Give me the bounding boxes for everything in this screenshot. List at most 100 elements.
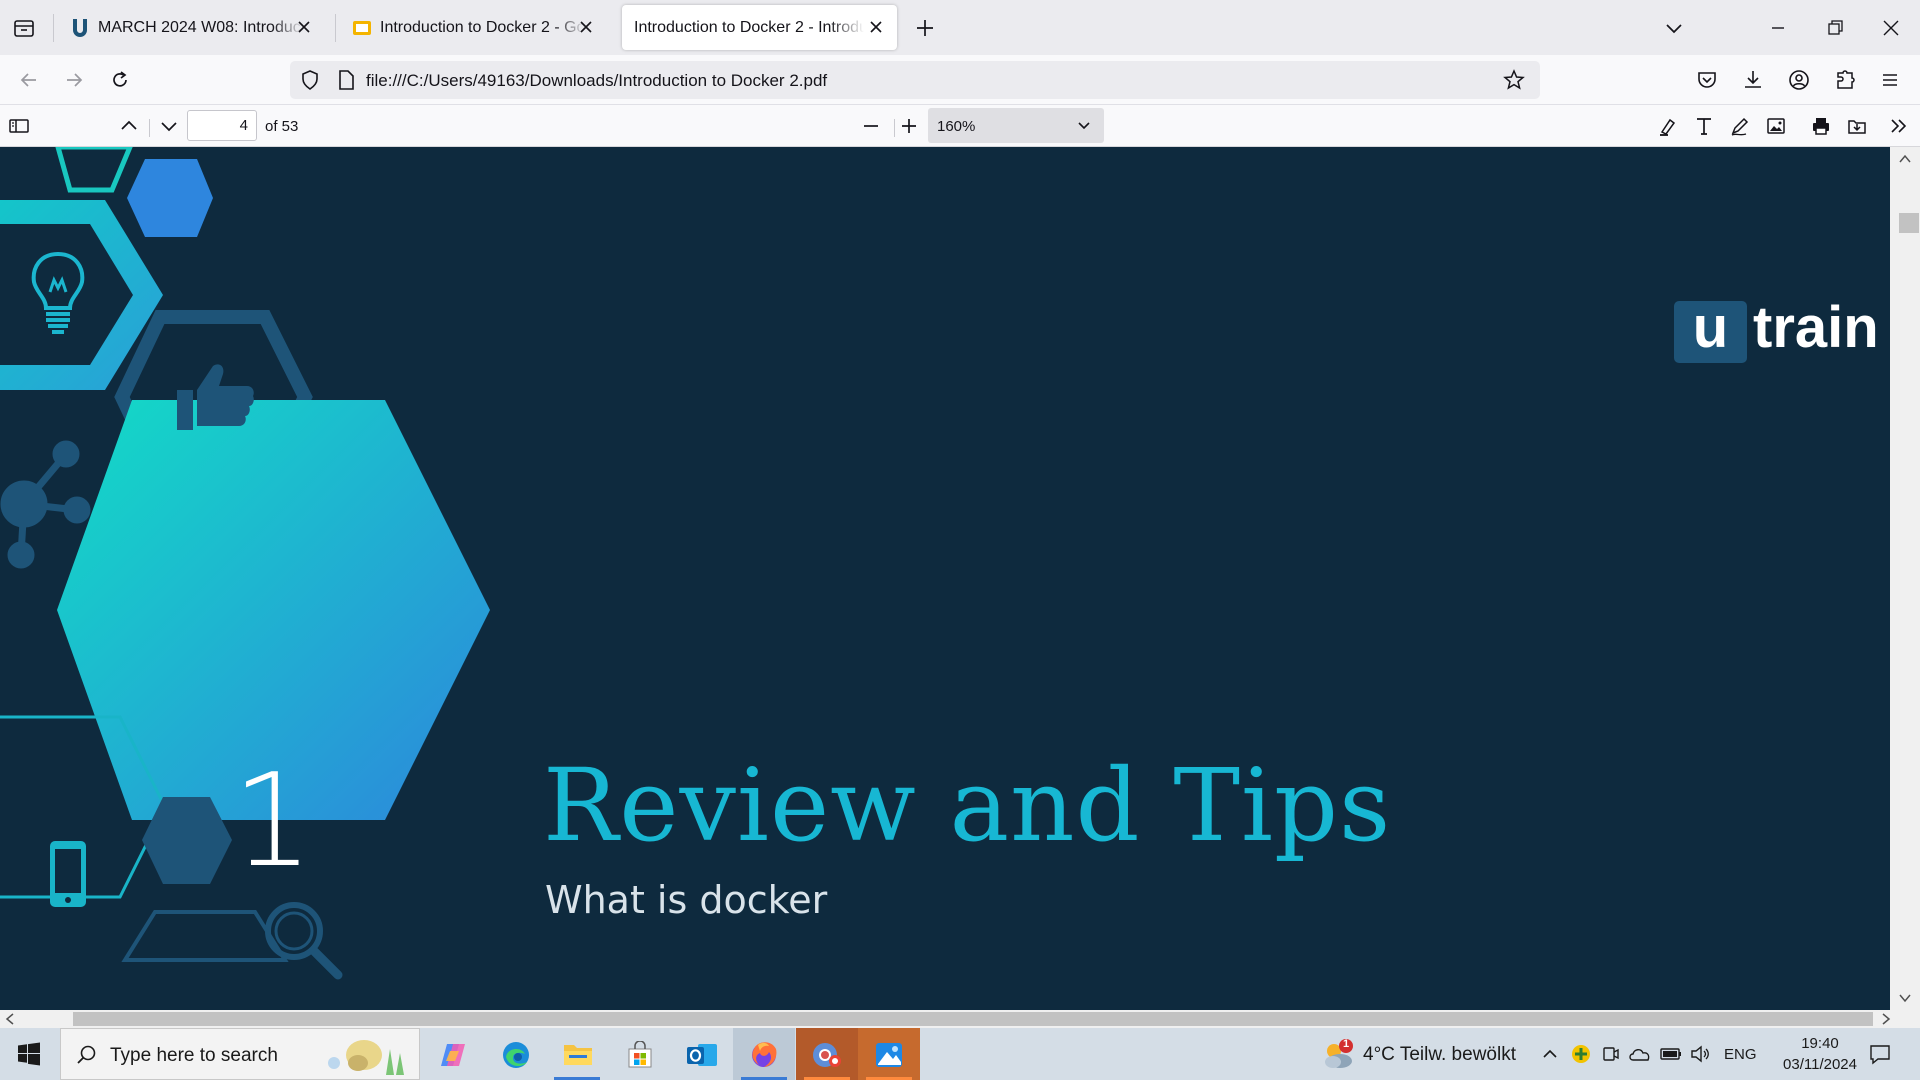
search-highlight-icon: [324, 1035, 414, 1077]
reload-icon[interactable]: [108, 68, 132, 92]
folder-icon: [563, 1041, 593, 1067]
draw-icon[interactable]: [1728, 114, 1752, 138]
more-tools-icon[interactable]: [1887, 114, 1911, 138]
weather-icon[interactable]: 1: [1320, 1037, 1356, 1071]
zoom-in-icon[interactable]: [897, 114, 921, 138]
menu-icon[interactable]: [1878, 68, 1902, 92]
onedrive-icon[interactable]: [1628, 1044, 1652, 1064]
taskbar-outlook[interactable]: [670, 1028, 732, 1080]
thumbs-up-icon: [175, 360, 255, 435]
account-icon[interactable]: [1787, 68, 1811, 92]
back-icon[interactable]: [17, 68, 41, 92]
previous-page-icon[interactable]: [117, 114, 141, 138]
tray-app-icon[interactable]: [1571, 1044, 1591, 1064]
zoom-value: 160%: [937, 118, 976, 135]
tab-title: MARCH 2024 W08: Introduction to Docker: [98, 18, 303, 36]
battery-icon[interactable]: [1659, 1044, 1683, 1064]
mobile-phone-icon: [46, 839, 90, 909]
forward-icon[interactable]: [62, 68, 86, 92]
restore-icon[interactable]: [1823, 16, 1847, 40]
new-tab-icon[interactable]: [913, 16, 937, 40]
pdf-viewer[interactable]: 1 Review and Tips What is docker u train: [0, 147, 1890, 1010]
downloads-icon[interactable]: [1741, 68, 1765, 92]
firefox-icon: [749, 1039, 779, 1069]
image-tool-icon[interactable]: [1764, 114, 1788, 138]
language-indicator[interactable]: ENG: [1724, 1046, 1757, 1063]
close-window-icon[interactable]: [1879, 16, 1903, 40]
tab-bar: MARCH 2024 W08: Introduction to Docker I…: [0, 0, 1920, 55]
print-icon[interactable]: [1809, 114, 1833, 138]
taskbar-copilot[interactable]: [422, 1028, 484, 1080]
weather-text[interactable]: 4°C Teilw. bewölkt: [1363, 1044, 1516, 1066]
microsoft-store-icon: [626, 1041, 654, 1069]
taskbar-edge[interactable]: [484, 1028, 546, 1080]
scroll-up-icon[interactable]: [1897, 151, 1913, 167]
scroll-thumb[interactable]: [1899, 213, 1919, 233]
logo-train: train: [1753, 295, 1879, 360]
tab-title: Introduction to Docker 2 - Introduction: [634, 18, 864, 36]
tab-title: Introduction to Docker 2 - Google Slides: [380, 18, 585, 36]
slide-subtitle: What is docker: [545, 878, 828, 922]
chevron-down-icon: [1074, 115, 1094, 135]
tab-pdf-active[interactable]: Introduction to Docker 2 - Introduction: [622, 5, 897, 50]
zoom-select[interactable]: 160%: [928, 108, 1104, 143]
taskbar-chrome-app[interactable]: [796, 1028, 858, 1080]
edge-icon: [501, 1040, 531, 1070]
highlight-icon[interactable]: [1656, 114, 1680, 138]
bookmark-star-icon[interactable]: [1502, 68, 1526, 92]
windows-start-icon[interactable]: [17, 1042, 41, 1066]
navigation-bar: file:///C:/Users/49163/Downloads/Introdu…: [0, 55, 1920, 105]
copilot-icon: [439, 1041, 467, 1069]
save-icon[interactable]: [1845, 114, 1869, 138]
slide-title: Review and Tips: [543, 747, 1392, 864]
tab-list-icon[interactable]: [12, 16, 36, 40]
search-placeholder: Type here to search: [110, 1045, 278, 1066]
scroll-down-icon[interactable]: [1897, 990, 1913, 1006]
text-tool-icon[interactable]: [1692, 114, 1716, 138]
pdf-toolbar: 4 of 53 160%: [0, 105, 1920, 147]
next-page-icon[interactable]: [157, 114, 181, 138]
clock-date[interactable]: 03/11/2024: [1765, 1056, 1875, 1073]
scroll-right-icon[interactable]: [1878, 1011, 1894, 1027]
shield-icon[interactable]: [298, 68, 322, 92]
taskbar-search-box[interactable]: Type here to search: [60, 1028, 420, 1080]
taskbar-firefox[interactable]: [733, 1028, 795, 1080]
extensions-icon[interactable]: [1833, 68, 1857, 92]
horizontal-scrollbar[interactable]: [0, 1010, 1920, 1028]
tab-march-2024[interactable]: MARCH 2024 W08: Introduction to Docker: [60, 5, 325, 50]
search-icon: [76, 1044, 98, 1066]
scroll-thumb[interactable]: [73, 1012, 1873, 1026]
file-icon: [334, 68, 358, 92]
tab-google-slides[interactable]: Introduction to Docker 2 - Google Slides: [342, 5, 607, 50]
google-app-icon: [811, 1039, 843, 1071]
zoom-out-icon[interactable]: [859, 114, 883, 138]
magnifier-icon: [258, 895, 348, 985]
url-text[interactable]: file:///C:/Users/49163/Downloads/Introdu…: [366, 71, 827, 91]
notifications-icon[interactable]: [1868, 1042, 1892, 1066]
meet-now-icon[interactable]: [1601, 1044, 1621, 1064]
show-hidden-icons-icon[interactable]: [1540, 1044, 1560, 1064]
taskbar-store[interactable]: [608, 1028, 670, 1080]
page-count-label: of 53: [265, 118, 299, 135]
sidebar-toggle-icon[interactable]: [7, 114, 31, 138]
weather-badge: 1: [1342, 1038, 1350, 1050]
scroll-left-icon[interactable]: [2, 1011, 18, 1027]
minimize-icon[interactable]: [1766, 16, 1790, 40]
page-number-input[interactable]: 4: [187, 110, 257, 141]
logo-u: u: [1674, 299, 1747, 363]
section-number: 1: [232, 747, 314, 896]
outlook-icon: [686, 1040, 718, 1070]
close-tab-icon[interactable]: [575, 16, 597, 38]
taskbar-photos-app[interactable]: [858, 1028, 920, 1080]
volume-icon[interactable]: [1689, 1044, 1711, 1064]
chevron-down-icon[interactable]: [1662, 16, 1686, 40]
close-tab-icon[interactable]: [865, 16, 887, 38]
vertical-scrollbar[interactable]: [1890, 147, 1920, 1010]
taskbar-file-explorer[interactable]: [546, 1028, 608, 1080]
clock-time[interactable]: 19:40: [1790, 1035, 1850, 1052]
pocket-icon[interactable]: [1695, 68, 1719, 92]
url-bar[interactable]: file:///C:/Users/49163/Downloads/Introdu…: [290, 61, 1540, 99]
photos-icon: [874, 1040, 904, 1070]
taskbar: Type here to search 1 4°C Teilw. bewölkt…: [0, 1028, 1920, 1080]
close-tab-icon[interactable]: [293, 16, 315, 38]
